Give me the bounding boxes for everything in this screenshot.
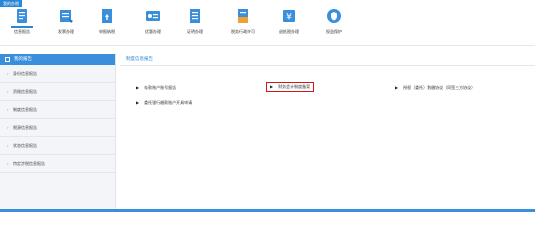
- top-toolbar: 我的办税 信息报告 发票办理 申报纳税 优惠办理 证明办理 税务行政许可 ¥ 退…: [0, 0, 535, 46]
- sidebar-item-label: 资格信息报告: [13, 89, 37, 94]
- toolbar-discount[interactable]: 优惠办理: [134, 7, 172, 44]
- shield-icon: [326, 8, 342, 24]
- report-icon: [5, 57, 10, 62]
- license-icon: [235, 8, 251, 24]
- link-label: 授权（委托）划缴协议（同签三方协议）: [403, 85, 476, 90]
- toolbar-invoice-label: 发票办理: [58, 29, 74, 34]
- sidebar-item-system[interactable]: › 制度信息报告: [0, 101, 115, 119]
- toolbar-report-label: 信息报告: [14, 29, 30, 34]
- link-authorization-agreement[interactable]: ▶ 授权（委托）划缴协议（同签三方协议）: [395, 85, 475, 91]
- tax-declare-icon: [99, 8, 115, 24]
- link-label: 委托银行缴款账户开具申请: [144, 100, 193, 105]
- toolbar-license[interactable]: 税务行政许可: [224, 7, 262, 44]
- home-tag[interactable]: 我的办税: [0, 0, 22, 7]
- link-label: 存款账户账号报告: [144, 85, 177, 90]
- certificate-icon: [187, 8, 203, 24]
- toolbar-rights[interactable]: 权益保护: [315, 7, 353, 44]
- toolbar-discount-label: 优惠办理: [145, 29, 161, 34]
- sidebar-item-label: 身份信息报告: [13, 71, 37, 76]
- chevron-right-icon: ›: [7, 143, 9, 148]
- sidebar-item-label: 税源信息报告: [13, 125, 37, 130]
- chevron-right-icon: ›: [7, 161, 9, 166]
- triangle-right-icon: ▶: [136, 100, 140, 105]
- link-bank-payment-account[interactable]: ▶ 委托银行缴款账户开具申请: [136, 100, 192, 106]
- sidebar-header: 我的报告: [0, 54, 115, 65]
- link-label: 财务会计制度备案: [278, 84, 311, 89]
- sidebar-item-label: 特定涉税信息报告: [13, 161, 45, 166]
- sidebar-item-label: 制度信息报告: [13, 107, 37, 112]
- discount-icon: [145, 8, 161, 24]
- sidebar-item-qualification[interactable]: › 资格信息报告: [0, 83, 115, 101]
- triangle-right-icon: ▶: [395, 85, 399, 90]
- chevron-right-icon: ›: [7, 125, 9, 130]
- toolbar-refund-label: 退抵税办理: [279, 29, 299, 34]
- link-accounting-system-filing[interactable]: ▶ 财务会计制度备案: [266, 82, 315, 92]
- refund-icon: ¥: [281, 8, 297, 24]
- chevron-right-icon: ›: [7, 107, 9, 112]
- toolbar-rights-label: 权益保护: [326, 29, 342, 34]
- toolbar-certificate-label: 证明办理: [187, 29, 203, 34]
- triangle-right-icon: ▶: [270, 84, 274, 89]
- sidebar-item-label: 状态信息报告: [13, 143, 37, 148]
- svg-text:¥: ¥: [286, 13, 292, 23]
- chevron-right-icon: ›: [7, 71, 9, 76]
- link-deposit-account[interactable]: ▶ 存款账户账号报告: [136, 85, 176, 91]
- toolbar-tax-declare[interactable]: 申报纳税: [88, 7, 126, 44]
- toolbar-certificate[interactable]: 证明办理: [176, 7, 214, 44]
- toolbar-invoice[interactable]: 发票办理: [47, 7, 85, 44]
- sidebar-item-status[interactable]: › 状态信息报告: [0, 137, 115, 155]
- triangle-right-icon: ▶: [136, 85, 140, 90]
- sidebar-item-identity[interactable]: › 身份信息报告: [0, 65, 115, 83]
- sidebar-item-special[interactable]: › 特定涉税信息报告: [0, 155, 115, 173]
- sidebar-item-tax-source[interactable]: › 税源信息报告: [0, 119, 115, 137]
- bottom-divider: [0, 209, 535, 212]
- toolbar-refund[interactable]: ¥ 退抵税办理: [270, 7, 308, 44]
- chevron-right-icon: ›: [7, 89, 9, 94]
- page-title: 制度信息报告: [120, 54, 535, 66]
- sidebar: 我的报告 › 身份信息报告 › 资格信息报告 › 制度信息报告 › 税源信息报告…: [0, 54, 116, 212]
- sidebar-header-label: 我的报告: [14, 57, 32, 62]
- toolbar-tax-declare-label: 申报纳税: [99, 29, 115, 34]
- toolbar-license-label: 税务行政许可: [231, 29, 255, 34]
- toolbar-report[interactable]: 信息报告: [3, 7, 41, 44]
- report-icon: [11, 8, 33, 28]
- invoice-icon: [58, 8, 74, 24]
- main-panel: 制度信息报告 ▶ 存款账户账号报告 ▶ 财务会计制度备案 ▶ 授权（委托）划缴协议（同…: [120, 54, 535, 212]
